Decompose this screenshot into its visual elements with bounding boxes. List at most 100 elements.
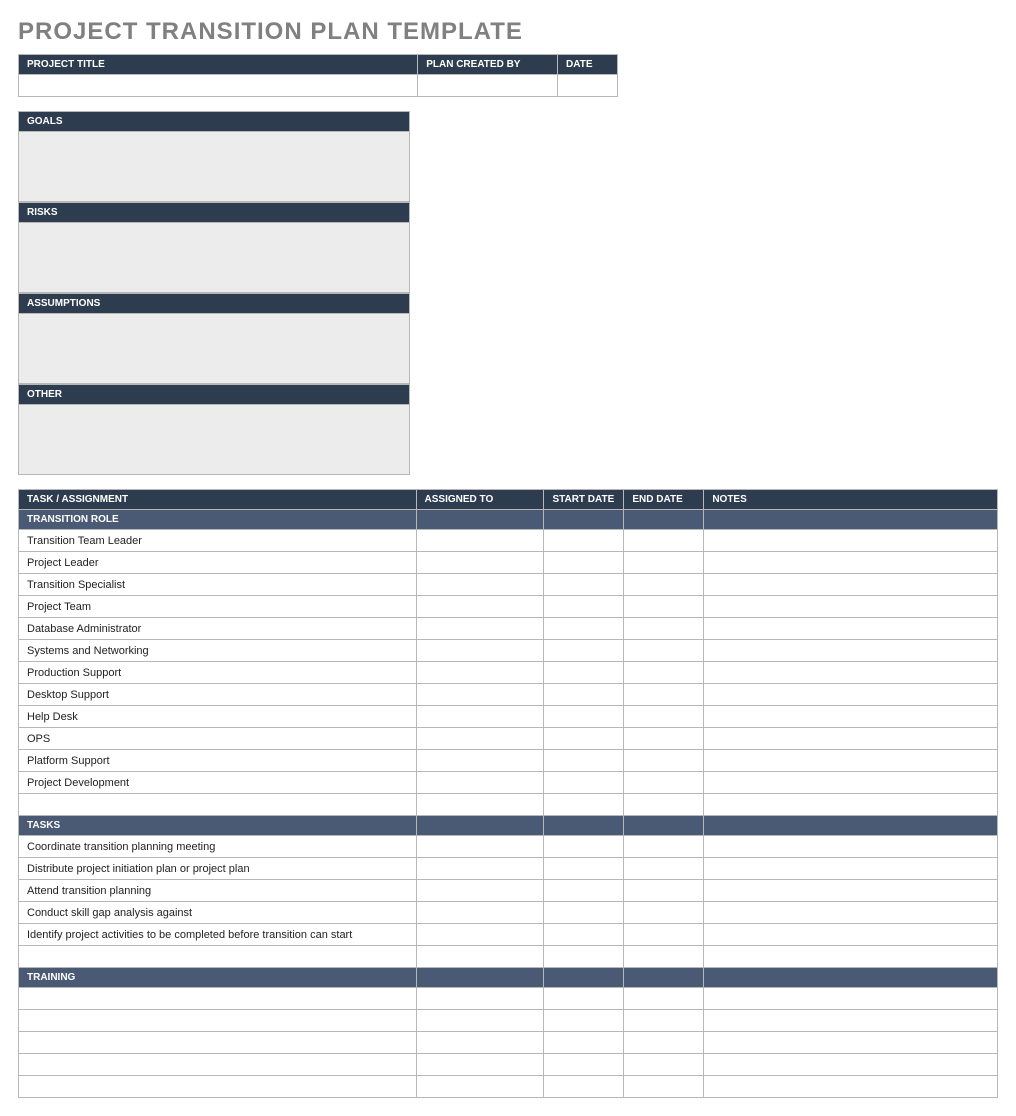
start-date-cell[interactable] [544,902,624,924]
notes-cell[interactable] [704,836,998,858]
task-name-cell[interactable]: Identify project activities to be comple… [19,924,417,946]
blank-cell[interactable] [704,794,998,816]
notes-cell[interactable] [704,1032,998,1054]
notes-cell[interactable] [704,988,998,1010]
end-date-cell[interactable] [624,772,704,794]
start-date-cell[interactable] [544,858,624,880]
end-date-cell[interactable] [624,618,704,640]
blank-cell[interactable] [624,794,704,816]
start-date-cell[interactable] [544,924,624,946]
task-name-cell[interactable]: Project Leader [19,552,417,574]
date-input[interactable] [558,75,618,97]
assigned-to-cell[interactable] [416,706,544,728]
end-date-cell[interactable] [624,1010,704,1032]
start-date-cell[interactable] [544,1076,624,1098]
section-input[interactable] [19,314,410,384]
notes-cell[interactable] [704,858,998,880]
assigned-to-cell[interactable] [416,902,544,924]
assigned-to-cell[interactable] [416,596,544,618]
assigned-to-cell[interactable] [416,924,544,946]
assigned-to-cell[interactable] [416,1054,544,1076]
task-name-cell[interactable] [19,1076,417,1098]
task-name-cell[interactable] [19,1054,417,1076]
blank-cell[interactable] [19,794,417,816]
task-name-cell[interactable]: Project Team [19,596,417,618]
blank-cell[interactable] [416,946,544,968]
task-name-cell[interactable]: Transition Team Leader [19,530,417,552]
end-date-cell[interactable] [624,1054,704,1076]
assigned-to-cell[interactable] [416,728,544,750]
task-name-cell[interactable]: Production Support [19,662,417,684]
notes-cell[interactable] [704,684,998,706]
blank-cell[interactable] [416,794,544,816]
task-name-cell[interactable]: Conduct skill gap analysis against [19,902,417,924]
start-date-cell[interactable] [544,706,624,728]
start-date-cell[interactable] [544,684,624,706]
section-input[interactable] [19,132,410,202]
notes-cell[interactable] [704,924,998,946]
start-date-cell[interactable] [544,640,624,662]
notes-cell[interactable] [704,772,998,794]
notes-cell[interactable] [704,640,998,662]
blank-cell[interactable] [544,794,624,816]
notes-cell[interactable] [704,728,998,750]
task-name-cell[interactable]: Project Development [19,772,417,794]
end-date-cell[interactable] [624,880,704,902]
start-date-cell[interactable] [544,880,624,902]
assigned-to-cell[interactable] [416,858,544,880]
notes-cell[interactable] [704,574,998,596]
notes-cell[interactable] [704,596,998,618]
end-date-cell[interactable] [624,530,704,552]
notes-cell[interactable] [704,1054,998,1076]
end-date-cell[interactable] [624,1076,704,1098]
assigned-to-cell[interactable] [416,640,544,662]
task-name-cell[interactable]: Distribute project initiation plan or pr… [19,858,417,880]
task-name-cell[interactable] [19,1010,417,1032]
task-name-cell[interactable] [19,988,417,1010]
start-date-cell[interactable] [544,596,624,618]
notes-cell[interactable] [704,662,998,684]
assigned-to-cell[interactable] [416,772,544,794]
section-input[interactable] [19,405,410,475]
end-date-cell[interactable] [624,552,704,574]
start-date-cell[interactable] [544,836,624,858]
task-name-cell[interactable]: Coordinate transition planning meeting [19,836,417,858]
notes-cell[interactable] [704,618,998,640]
plan-created-by-input[interactable] [418,75,558,97]
assigned-to-cell[interactable] [416,530,544,552]
start-date-cell[interactable] [544,1054,624,1076]
end-date-cell[interactable] [624,750,704,772]
assigned-to-cell[interactable] [416,1032,544,1054]
end-date-cell[interactable] [624,836,704,858]
assigned-to-cell[interactable] [416,750,544,772]
end-date-cell[interactable] [624,662,704,684]
start-date-cell[interactable] [544,1032,624,1054]
assigned-to-cell[interactable] [416,1076,544,1098]
end-date-cell[interactable] [624,728,704,750]
notes-cell[interactable] [704,530,998,552]
assigned-to-cell[interactable] [416,988,544,1010]
start-date-cell[interactable] [544,574,624,596]
end-date-cell[interactable] [624,706,704,728]
assigned-to-cell[interactable] [416,1010,544,1032]
assigned-to-cell[interactable] [416,684,544,706]
start-date-cell[interactable] [544,772,624,794]
project-title-input[interactable] [19,75,418,97]
end-date-cell[interactable] [624,902,704,924]
end-date-cell[interactable] [624,858,704,880]
task-name-cell[interactable]: Help Desk [19,706,417,728]
notes-cell[interactable] [704,552,998,574]
notes-cell[interactable] [704,902,998,924]
notes-cell[interactable] [704,750,998,772]
end-date-cell[interactable] [624,924,704,946]
blank-cell[interactable] [19,946,417,968]
start-date-cell[interactable] [544,988,624,1010]
task-name-cell[interactable]: Desktop Support [19,684,417,706]
assigned-to-cell[interactable] [416,836,544,858]
blank-cell[interactable] [544,946,624,968]
assigned-to-cell[interactable] [416,574,544,596]
end-date-cell[interactable] [624,684,704,706]
task-name-cell[interactable]: Transition Specialist [19,574,417,596]
task-name-cell[interactable]: Attend transition planning [19,880,417,902]
blank-cell[interactable] [704,946,998,968]
